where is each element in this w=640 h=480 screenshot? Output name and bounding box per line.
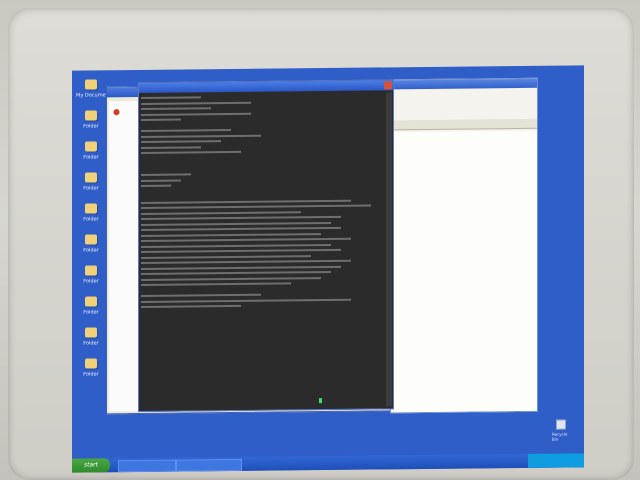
folder-icon	[85, 296, 97, 307]
taskbar-item[interactable]	[118, 459, 176, 473]
desktop-icon[interactable]: Folder	[76, 169, 106, 200]
folder-icon	[85, 79, 97, 90]
folder-icon	[85, 110, 97, 121]
folder-icon	[85, 327, 97, 338]
start-button[interactable]: start	[72, 458, 110, 473]
desktop-icon[interactable]: Folder	[76, 293, 106, 324]
folder-icon	[85, 172, 97, 183]
right-window-content	[391, 130, 537, 413]
terminal-text-blur	[141, 107, 211, 110]
taskbar-item[interactable]	[176, 458, 242, 472]
desktop-icon[interactable]: Folder	[76, 262, 106, 293]
terminal-cursor	[319, 398, 322, 404]
right-window-titlebar[interactable]	[391, 78, 537, 90]
terminal-text-blur	[141, 179, 181, 182]
recycle-bin-icon	[556, 419, 566, 430]
terminal-text-blur	[141, 304, 241, 308]
screen: My Documents Folder Folder Folder Folder…	[72, 65, 584, 473]
terminal-scrollbar[interactable]	[386, 92, 392, 407]
right-window[interactable]	[390, 77, 538, 414]
folder-icon	[85, 265, 97, 276]
desktop-icon[interactable]: Folder	[76, 200, 106, 231]
desktop-icon[interactable]: Folder	[76, 324, 106, 355]
desktop-icon[interactable]: Folder	[76, 231, 106, 262]
folder-icon	[85, 358, 97, 369]
right-window-toolbar[interactable]	[391, 118, 537, 131]
terminal-window[interactable]	[138, 79, 394, 412]
terminal-text-blur	[141, 140, 221, 143]
recycle-bin[interactable]: Recycle Bin	[552, 419, 570, 442]
browser-logo-icon: ●	[113, 107, 120, 117]
terminal-text-blur	[141, 173, 191, 176]
terminal-text-blur	[141, 96, 201, 99]
folder-icon	[85, 141, 97, 152]
system-tray[interactable]	[528, 453, 584, 468]
terminal-line	[141, 301, 385, 309]
desktop-icon[interactable]: My Documents	[76, 76, 106, 107]
terminal-output[interactable]	[141, 92, 385, 409]
desktop-icon[interactable]: Folder	[76, 355, 106, 386]
terminal-text-blur	[141, 118, 181, 121]
terminal-text-blur	[141, 184, 171, 187]
terminal-text-blur	[141, 150, 241, 154]
close-icon[interactable]	[384, 81, 392, 90]
folder-icon	[85, 203, 97, 214]
terminal-text-blur	[141, 145, 201, 149]
terminal-titlebar[interactable]	[139, 80, 393, 93]
folder-icon	[85, 234, 97, 245]
desktop-icon[interactable]: Folder	[76, 107, 106, 138]
desktop-icon-column: My Documents Folder Folder Folder Folder…	[76, 76, 106, 386]
desktop-icon[interactable]: Folder	[76, 138, 106, 169]
terminal-text-blur	[141, 129, 231, 132]
